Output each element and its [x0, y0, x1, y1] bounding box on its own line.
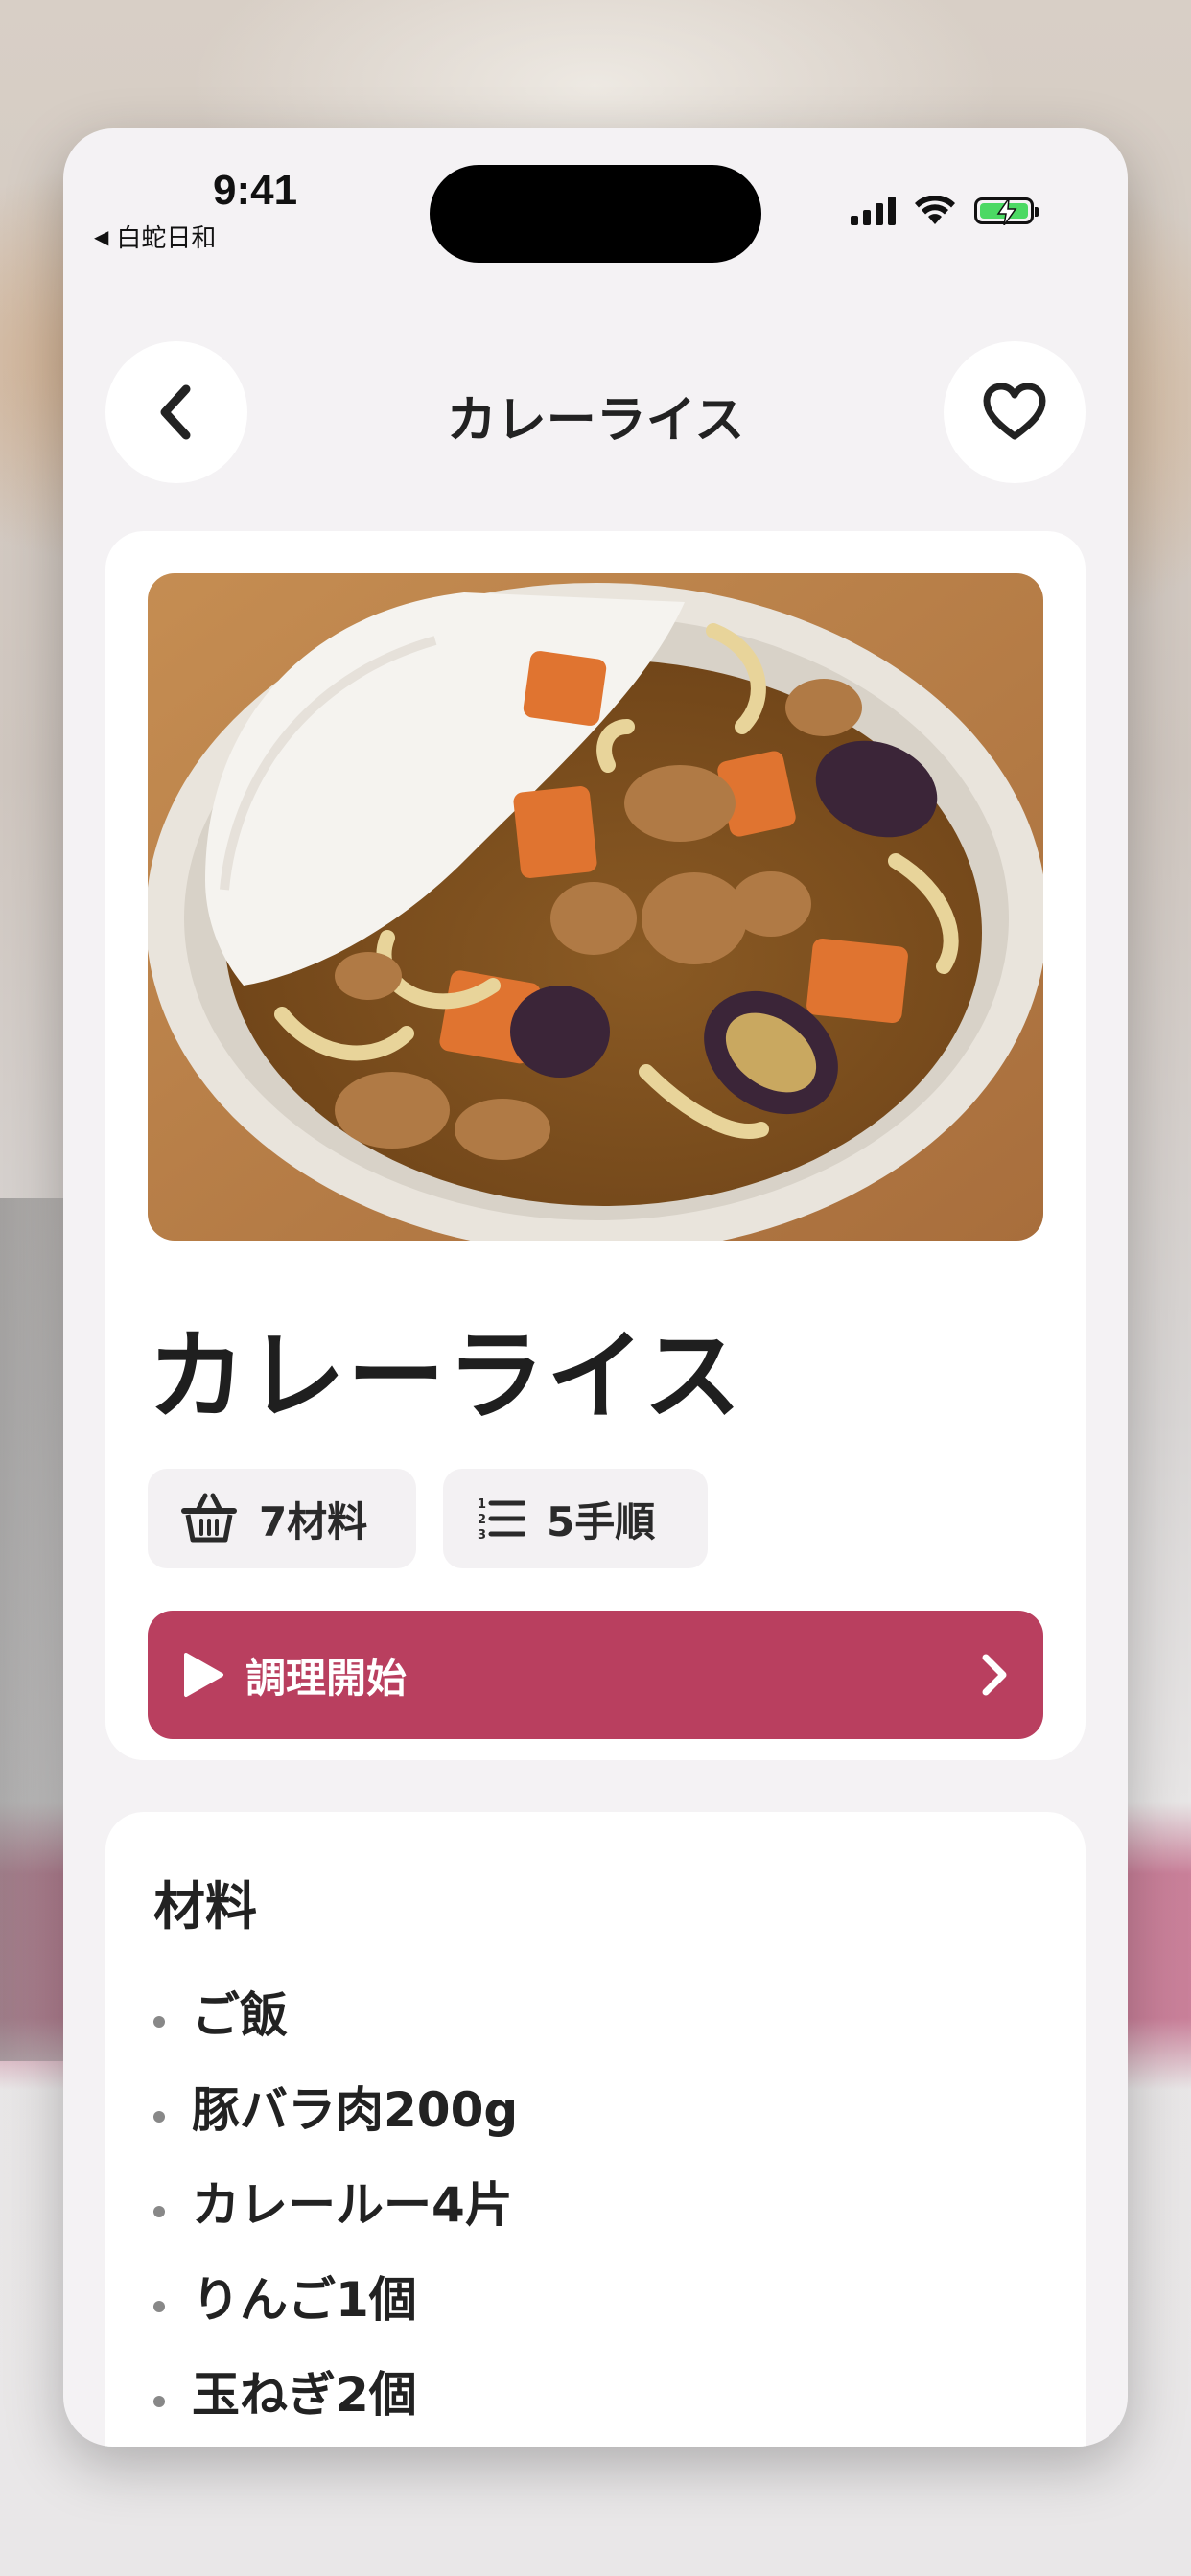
battery-icon	[974, 197, 1039, 225]
recipe-photo	[148, 573, 1043, 1241]
steps-count-chip: 1 2 3 5手順	[443, 1469, 708, 1568]
status-back-app-name: 白蛇日和	[116, 224, 217, 253]
dynamic-island	[430, 165, 761, 263]
steps-count-label: 5手順	[547, 1497, 656, 1545]
cellular-signal-icon	[851, 197, 896, 225]
ingredient-item: 豚バラ肉200g	[153, 2058, 518, 2153]
ingredient-item: 玉ねぎ2個	[153, 2343, 518, 2438]
phone-screen: 9:41 ◀ 白蛇日和 カレーライス カレーライス 7材料 1 2 3 5手順 …	[63, 128, 1128, 2447]
wifi-icon	[915, 196, 955, 224]
basket-icon	[181, 1493, 237, 1543]
start-cooking-label: 調理開始	[245, 1654, 408, 1702]
back-triangle-icon: ◀	[94, 224, 109, 248]
ingredient-text: りんご1個	[192, 2271, 417, 2328]
svg-text:1: 1	[478, 1497, 486, 1512]
ingredient-text: カレールー4片	[192, 2176, 513, 2233]
ingredient-item: りんご1個	[153, 2248, 518, 2343]
status-time: 9:41	[213, 167, 298, 214]
ingredients-heading: 材料	[153, 1876, 257, 1937]
ingredients-count-chip: 7材料	[148, 1469, 416, 1568]
bullet-icon	[153, 2300, 165, 2312]
start-cooking-button[interactable]: 調理開始	[148, 1611, 1043, 1739]
chevron-right-icon	[982, 1654, 1007, 1696]
bullet-icon	[153, 2015, 165, 2028]
numbered-list-icon: 1 2 3	[478, 1497, 525, 1542]
recipe-title: カレーライス	[148, 1320, 743, 1434]
svg-text:3: 3	[478, 1528, 486, 1542]
ingredient-text: 玉ねぎ2個	[192, 2366, 417, 2423]
heart-icon	[983, 383, 1046, 440]
status-back-to-app[interactable]: ◀ 白蛇日和	[94, 219, 216, 254]
bullet-icon	[153, 2395, 165, 2407]
ingredient-text: 豚バラ肉200g	[192, 2081, 519, 2138]
ingredients-count-label: 7材料	[259, 1497, 368, 1545]
ingredient-item: ご飯	[153, 1963, 518, 2058]
ingredient-text: ご飯	[192, 1986, 288, 2043]
status-indicators	[851, 196, 1039, 226]
svg-text:2: 2	[478, 1513, 486, 1527]
ingredients-card: 材料 ご飯 豚バラ肉200g カレールー4片 りんご1個 玉ねぎ2個	[105, 1812, 1086, 2447]
favorite-button[interactable]	[944, 341, 1086, 483]
ingredient-item: カレールー4片	[153, 2153, 518, 2248]
bullet-icon	[153, 2110, 165, 2123]
bullet-icon	[153, 2205, 165, 2217]
play-icon	[184, 1653, 223, 1697]
ingredients-list: ご飯 豚バラ肉200g カレールー4片 りんご1個 玉ねぎ2個	[153, 1963, 518, 2438]
recipe-card: カレーライス 7材料 1 2 3 5手順 調理開始	[105, 531, 1086, 1760]
